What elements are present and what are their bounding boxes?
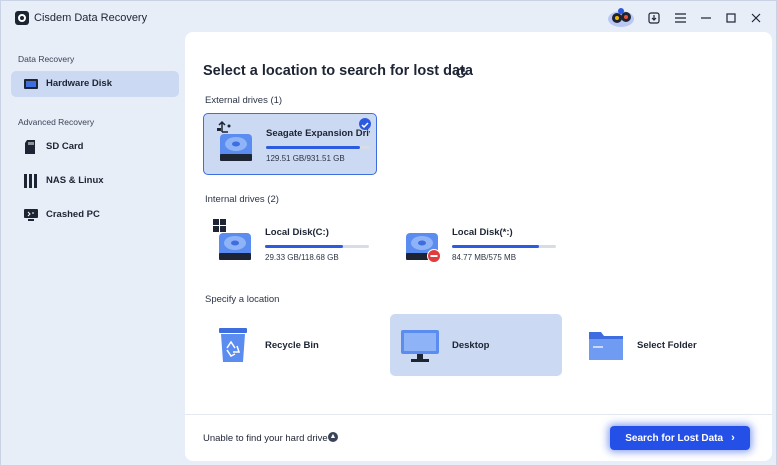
sidebar-section-data-recovery: Data Recovery [18,54,75,64]
drive-name: Local Disk(C:) [265,227,329,238]
location-recycle-bin[interactable]: Recycle Bin [203,314,375,376]
crashed-pc-icon [24,209,38,221]
menu-icon[interactable] [671,9,689,27]
drive-size: 84.77 MB/575 MB [452,253,517,262]
drive-name: Local Disk(*:) [452,227,513,238]
external-drives-label: External drives (1) [205,95,283,106]
hard-drive-error-icon [406,233,441,263]
chevron-up-icon[interactable]: ▲ [328,432,338,442]
app-title: Cisdem Data Recovery [34,12,148,24]
promo-gift-icon[interactable] [607,6,635,28]
app-window: Cisdem Data Recovery Data Recovery Hardw… [0,0,777,466]
page-title: Select a location to search for lost dat… [203,63,473,79]
location-name: Desktop [452,340,490,351]
search-button-label: Search for Lost Data [625,432,724,444]
windows-drive-icon [213,219,251,260]
hardware-disk-icon [24,79,38,89]
specify-location-label: Specify a location [205,294,280,305]
sidebar-item-hardware-disk[interactable]: Hardware Disk [11,71,179,97]
drive-usage-bar [266,146,370,149]
drive-usage-fill [266,146,360,149]
sidebar-item-label: Crashed PC [46,209,100,220]
sidebar-item-label: Hardware Disk [46,78,113,89]
drive-size: 29.33 GB/118.68 GB [265,253,339,262]
location-select-folder[interactable]: Select Folder [577,314,749,376]
title-bar: Cisdem Data Recovery [1,1,776,35]
drive-size: 129.51 GB/931.51 GB [266,154,345,163]
drive-card-local-c[interactable]: Local Disk(C:) 29.33 GB/118.68 GB [203,213,377,275]
sidebar-item-sd-card[interactable]: SD Card [11,134,179,160]
location-desktop[interactable]: Desktop [390,314,562,376]
drive-card-local-star[interactable]: Local Disk(*:) 84.77 MB/575 MB [390,213,564,275]
drive-card-seagate[interactable]: Seagate Expansion Drive... 129.51 GB/931… [203,113,377,175]
close-icon[interactable] [747,9,765,27]
drive-name: Seagate Expansion Drive... [266,128,370,139]
drive-usage-bar [452,245,556,248]
footer-divider [185,414,772,415]
drive-usage-fill [452,245,540,248]
sidebar-section-advanced: Advanced Recovery [18,117,95,127]
download-icon[interactable] [645,9,663,27]
drive-usage-bar [265,245,369,248]
desktop-icon [401,330,439,362]
maximize-icon[interactable] [722,9,740,27]
refresh-icon[interactable] [455,67,467,79]
location-name: Recycle Bin [265,340,319,351]
internal-drives-label: Internal drives (2) [205,194,279,205]
main-panel: Select a location to search for lost dat… [185,32,772,461]
folder-icon [589,332,623,360]
nas-icon [24,174,37,188]
search-for-lost-data-button[interactable]: Search for Lost Data › [610,426,750,450]
recycle-bin-icon [219,328,247,362]
drive-usage-fill [265,245,343,248]
sidebar-item-nas-linux[interactable]: NAS & Linux [11,168,179,194]
location-name: Select Folder [637,340,697,351]
sidebar-item-label: SD Card [46,141,84,152]
help-link[interactable]: Unable to find your hard drive? [203,433,333,444]
usb-drive-icon [217,120,252,161]
check-icon [359,118,371,130]
sidebar: Data Recovery Hardware Disk Advanced Rec… [1,35,185,465]
chevron-right-icon: › [731,432,735,444]
sidebar-item-label: NAS & Linux [46,175,104,186]
minimize-icon[interactable] [697,9,715,27]
sd-card-icon [25,140,35,154]
sidebar-item-crashed-pc[interactable]: Crashed PC [11,202,179,228]
app-logo-icon [15,11,29,25]
